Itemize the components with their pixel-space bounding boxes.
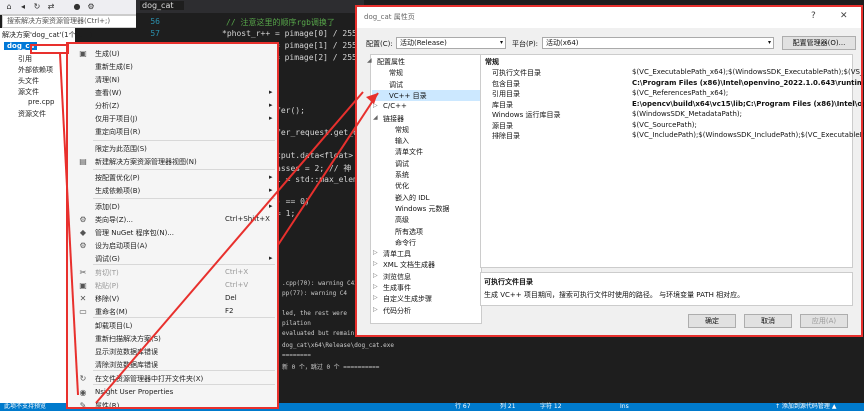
annotation-arrows xyxy=(59,53,379,404)
arrow-line xyxy=(277,92,379,246)
arrow-line xyxy=(59,53,79,396)
arrow-line xyxy=(95,91,364,404)
